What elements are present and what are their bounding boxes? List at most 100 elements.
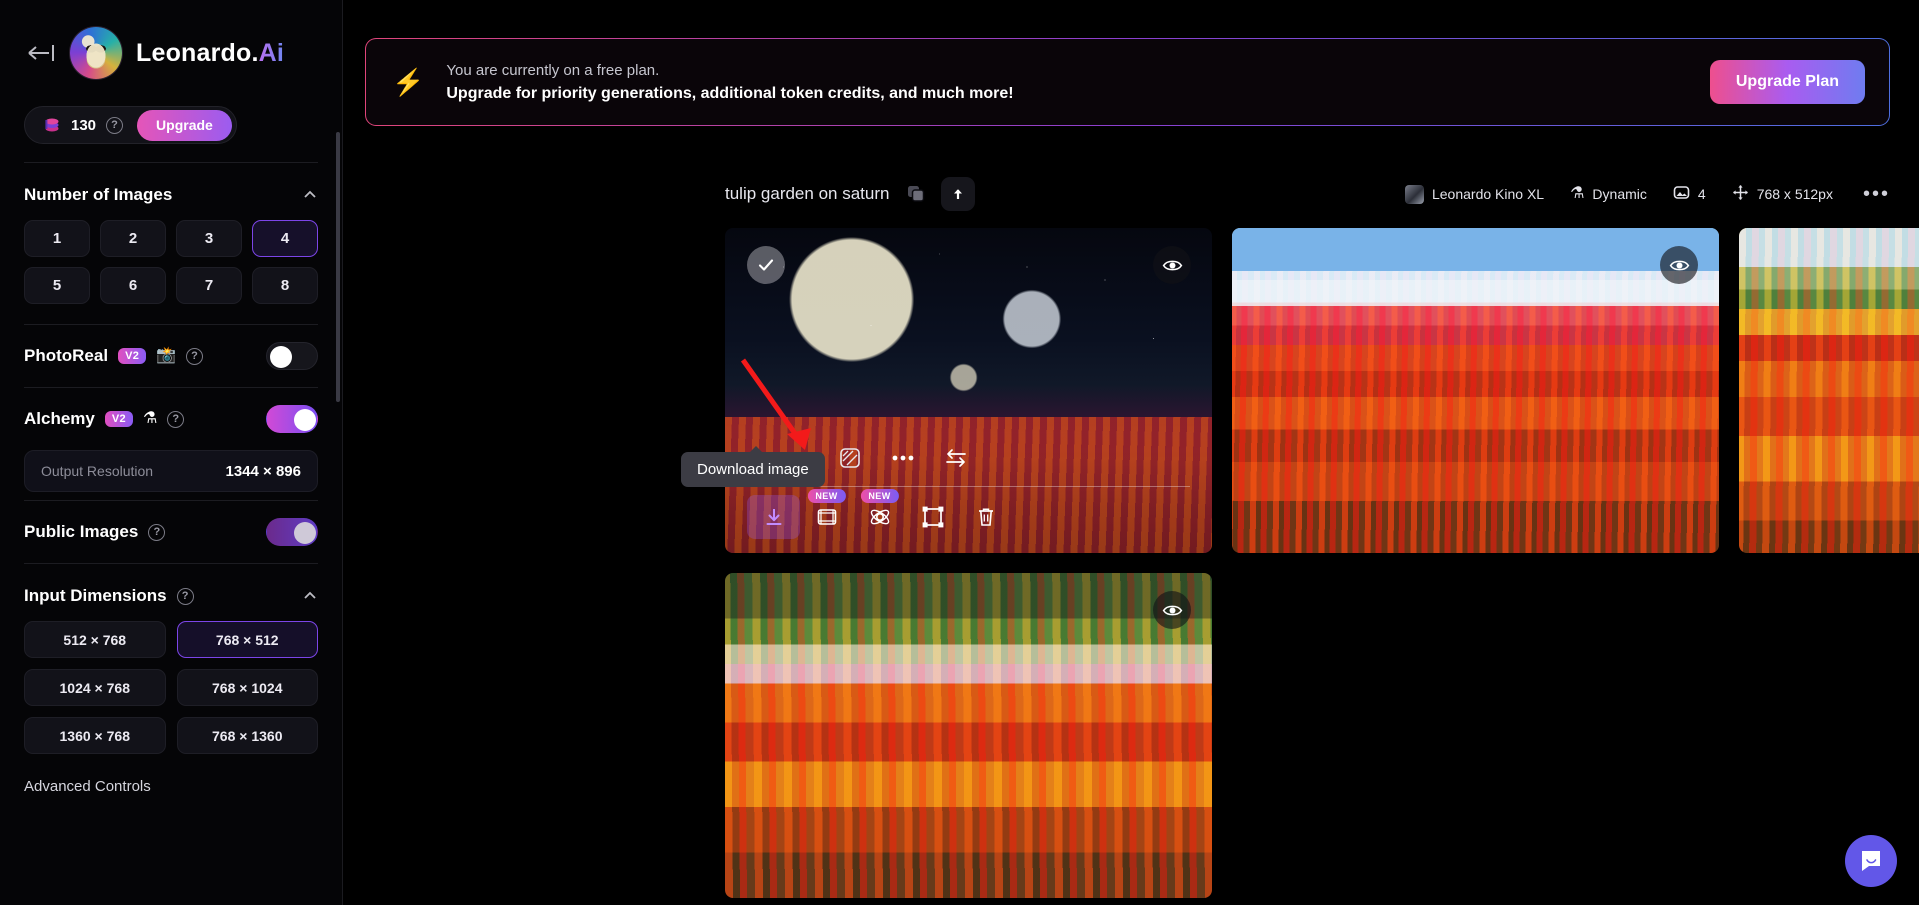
sidebar: Leonardo.Ai 130 ? Upgrade [0, 0, 343, 905]
select-check-icon[interactable] [747, 246, 785, 284]
swap-arrows-icon[interactable] [929, 436, 982, 480]
num-images-option-2[interactable]: 2 [100, 220, 166, 257]
download-icon[interactable] [747, 495, 800, 539]
alchemy-help-icon[interactable]: ? [167, 411, 184, 428]
brand-name-accent: Ai [259, 39, 284, 67]
photoreal-help-icon[interactable]: ? [186, 348, 203, 365]
motion-icon[interactable]: NEW [800, 495, 853, 539]
image-row: NEW NEW [725, 228, 1890, 553]
image-results-grid: NEW NEW [725, 228, 1890, 905]
banner-line-2: Upgrade for priority generations, additi… [446, 85, 1013, 103]
alchemy-row: Alchemy V2 ⚗ ? [24, 388, 318, 450]
num-images-option-5[interactable]: 5 [24, 267, 90, 304]
photoreal-label: PhotoReal [24, 346, 108, 366]
chat-bubble-icon[interactable] [1845, 835, 1897, 887]
generation-meta: Leonardo Kino XL ⚗ Dynamic 4 [1405, 183, 1890, 206]
num-images-option-7[interactable]: 7 [176, 267, 242, 304]
dimension-option-1024x768[interactable]: 1024 × 768 [24, 669, 166, 706]
preview-eye-icon[interactable] [1153, 591, 1191, 629]
photoreal-toggle[interactable] [266, 342, 318, 370]
credits-pill[interactable]: 130 ? Upgrade [24, 106, 237, 144]
alchemy-label: Alchemy [24, 409, 95, 429]
sidebar-scrollbar[interactable] [336, 132, 340, 402]
number-of-images-grid: 1 2 3 4 5 6 7 8 [24, 220, 318, 304]
back-arrow-icon[interactable] [26, 42, 56, 64]
num-images-option-8[interactable]: 8 [252, 267, 318, 304]
public-images-help-icon[interactable]: ? [148, 524, 165, 541]
public-images-label: Public Images [24, 522, 138, 542]
upload-arrow-icon[interactable] [941, 177, 975, 211]
brand-name: Leonardo. [136, 39, 259, 67]
alchemy-toggle[interactable] [266, 405, 318, 433]
credits-row: 130 ? Upgrade [0, 106, 342, 144]
generated-image-2 [1232, 228, 1719, 553]
canvas-edit-icon[interactable] [906, 495, 959, 539]
num-images-option-1[interactable]: 1 [24, 220, 90, 257]
input-dimensions-help-icon[interactable]: ? [177, 588, 194, 605]
delete-icon[interactable] [959, 495, 1012, 539]
credits-amount: 130 [71, 117, 96, 134]
prompt-text: tulip garden on saturn [725, 184, 889, 204]
num-images-option-4[interactable]: 4 [252, 220, 318, 257]
chevron-up-icon[interactable] [302, 588, 318, 604]
number-of-images-header[interactable]: Number of Images [24, 163, 318, 205]
meta-count[interactable]: 4 [1673, 184, 1706, 204]
leonardo-logo-icon [70, 27, 122, 79]
toggle-knob [270, 346, 292, 368]
page-title: Leonardo.Ai [136, 39, 284, 68]
universal-upscale-icon[interactable]: NEW [853, 495, 906, 539]
photoreal-row: PhotoReal V2 📸 ? [24, 325, 318, 387]
new-badge: NEW [860, 489, 898, 503]
more-options-icon[interactable] [876, 436, 929, 480]
dimension-option-768x1360[interactable]: 768 × 1360 [177, 717, 319, 754]
unzoom-icon[interactable] [823, 436, 876, 480]
generation-header: tulip garden on saturn Leonardo Kino XL [725, 177, 1890, 211]
credits-help-icon[interactable]: ? [106, 117, 123, 134]
output-resolution-value: 1344 × 896 [226, 463, 302, 480]
preview-eye-icon[interactable] [1660, 246, 1698, 284]
meta-preset-label: Dynamic [1592, 186, 1646, 202]
copy-icon[interactable] [905, 183, 927, 205]
alchemy-version-badge: V2 [105, 411, 133, 427]
upgrade-plan-button[interactable]: Upgrade Plan [1710, 60, 1865, 104]
dimension-option-1360x768[interactable]: 1360 × 768 [24, 717, 166, 754]
num-images-option-3[interactable]: 3 [176, 220, 242, 257]
meta-model[interactable]: Leonardo Kino XL [1405, 185, 1544, 204]
advanced-controls-label[interactable]: Advanced Controls [24, 754, 318, 795]
input-dimensions-header[interactable]: Input Dimensions ? [24, 564, 318, 606]
generated-image-card-4[interactable] [725, 573, 1212, 898]
brand-row: Leonardo.Ai [24, 0, 318, 106]
generated-image-card-2[interactable] [1232, 228, 1719, 553]
images-stack-icon [1673, 184, 1690, 204]
preview-eye-icon[interactable] [1153, 246, 1191, 284]
lightning-bolt-icon: ⚡ [392, 67, 424, 98]
photoreal-version-badge: V2 [118, 348, 146, 364]
free-plan-banner: ⚡ You are currently on a free plan. Upgr… [365, 38, 1890, 126]
dimension-option-768x1024[interactable]: 768 × 1024 [177, 669, 319, 706]
num-images-option-6[interactable]: 6 [100, 267, 166, 304]
model-thumbnail-icon [1405, 185, 1424, 204]
output-resolution-box: Output Resolution 1344 × 896 [24, 450, 318, 492]
dimension-option-768x512[interactable]: 768 × 512 [177, 621, 319, 658]
alchemy-flask-icon: ⚗ [1570, 186, 1584, 202]
generated-image-3 [1739, 228, 1919, 553]
meta-preset[interactable]: ⚗ Dynamic [1570, 186, 1647, 202]
upgrade-button[interactable]: Upgrade [137, 110, 232, 141]
image-toolbar-row-bottom: NEW NEW [747, 495, 1190, 539]
meta-count-label: 4 [1698, 186, 1706, 202]
more-options-icon[interactable]: ••• [1863, 183, 1890, 206]
token-coin-icon [43, 116, 61, 134]
generated-image-card-3[interactable] [1739, 228, 1919, 553]
alchemy-flask-icon: ⚗ [143, 411, 157, 427]
image-row [725, 573, 1890, 898]
public-images-toggle[interactable] [266, 518, 318, 546]
dimension-option-512x768[interactable]: 512 × 768 [24, 621, 166, 658]
new-badge: NEW [807, 489, 845, 503]
meta-dimensions[interactable]: 768 x 512px [1732, 184, 1833, 204]
input-dimensions-grid: 512 × 768 768 × 512 1024 × 768 768 × 102… [24, 621, 318, 754]
chevron-up-icon[interactable] [302, 187, 318, 203]
camera-icon: 📸 [156, 348, 176, 364]
toggle-knob [294, 522, 316, 544]
generated-image-card-1[interactable]: NEW NEW [725, 228, 1212, 553]
number-of-images-title: Number of Images [24, 185, 172, 205]
